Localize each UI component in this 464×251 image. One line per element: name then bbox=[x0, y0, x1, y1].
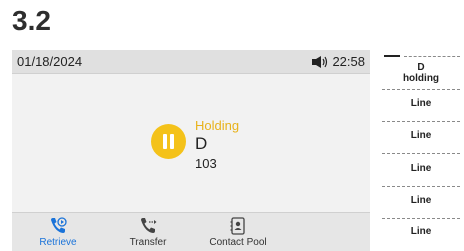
line-key-3-label: Line bbox=[410, 130, 432, 141]
line-key-4-label: Line bbox=[410, 163, 432, 174]
caller-name: D bbox=[195, 134, 208, 153]
line-key-panel: D holding Line Line Line Line Line bbox=[374, 50, 464, 251]
speaker-volume-icon bbox=[312, 55, 328, 68]
line-key-1-status: holding bbox=[402, 73, 440, 84]
call-status: Holding bbox=[195, 118, 240, 133]
contact-pool-icon bbox=[230, 217, 245, 235]
line-key-1-name: D bbox=[417, 62, 425, 73]
caller-number: 103 bbox=[195, 156, 217, 171]
line-key-5[interactable]: Line bbox=[382, 195, 460, 206]
contact-pool-label: Contact Pool bbox=[209, 237, 267, 248]
line-key-6-label: Line bbox=[410, 226, 432, 237]
line-key-2-label: Line bbox=[410, 98, 432, 109]
contact-pool-button[interactable]: Contact Pool bbox=[194, 213, 282, 251]
transfer-label: Transfer bbox=[129, 237, 167, 248]
call-area: Holding D 103 bbox=[12, 74, 370, 212]
status-bar: 01/18/2024 22:58 bbox=[12, 50, 370, 74]
status-right: 22:58 bbox=[312, 54, 365, 69]
step-number: 3.2 bbox=[12, 5, 51, 36]
line-key-5-label: Line bbox=[410, 195, 432, 206]
line-key-4[interactable]: Line bbox=[382, 163, 460, 174]
transfer-button[interactable]: Transfer bbox=[104, 213, 192, 251]
line-key-1[interactable]: D holding bbox=[382, 62, 460, 84]
softkey-bar: Retrieve Transfer Contact Pool bbox=[12, 212, 370, 251]
phone-screen: 01/18/2024 22:58 Holding D 103 Retrieve bbox=[12, 50, 370, 251]
status-date: 01/18/2024 bbox=[17, 54, 83, 69]
line-key-2[interactable]: Line bbox=[382, 98, 460, 109]
line-key-6[interactable]: Line bbox=[382, 226, 460, 237]
hold-icon bbox=[151, 124, 186, 159]
transfer-icon bbox=[141, 218, 157, 233]
retrieve-icon bbox=[51, 217, 67, 233]
status-time: 22:58 bbox=[332, 54, 365, 69]
retrieve-button[interactable]: Retrieve bbox=[14, 213, 102, 251]
line-panel-header bbox=[382, 55, 460, 59]
retrieve-label: Retrieve bbox=[39, 237, 77, 248]
line-key-3[interactable]: Line bbox=[382, 130, 460, 141]
